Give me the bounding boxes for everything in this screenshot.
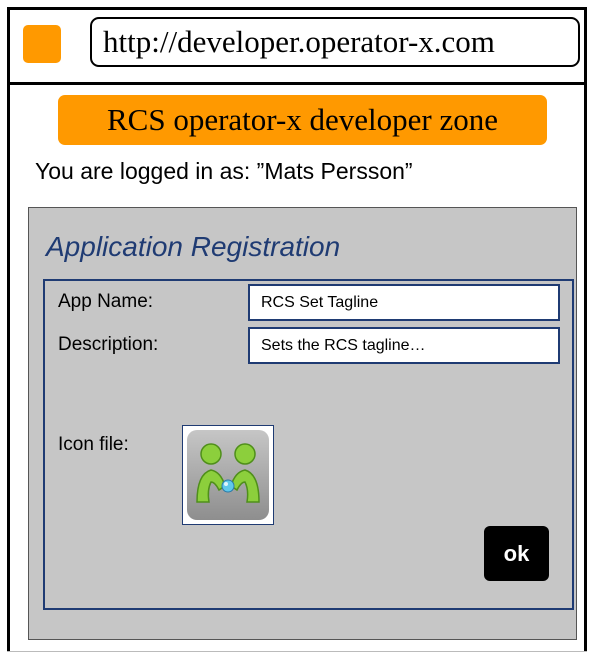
browser-toolbar: http://developer.operator-x.com	[10, 10, 584, 85]
device-frame: http://developer.operator-x.com RCS oper…	[7, 7, 587, 651]
icon-file-label: Icon file:	[58, 434, 129, 455]
square-icon[interactable]	[23, 25, 61, 63]
icon-background	[187, 430, 269, 520]
icon-file-preview[interactable]	[182, 425, 274, 525]
bottom-divider	[7, 651, 587, 652]
description-label: Description:	[58, 334, 159, 355]
description-field[interactable]: Sets the RCS tagline…	[248, 327, 560, 364]
app-name-label: App Name:	[58, 291, 154, 312]
two-people-chat-icon	[196, 443, 260, 503]
registration-panel: Application Registration App Name: RCS S…	[28, 207, 577, 640]
ok-button[interactable]: ok	[484, 526, 549, 581]
login-status: You are logged in as: ”Mats Persson”	[35, 158, 413, 184]
panel-title: Application Registration	[46, 231, 341, 262]
app-name-field[interactable]: RCS Set Tagline	[248, 284, 560, 321]
address-bar[interactable]: http://developer.operator-x.com	[90, 17, 580, 67]
site-banner: RCS operator-x developer zone	[58, 95, 547, 145]
registration-form: App Name: RCS Set Tagline Description: S…	[43, 279, 574, 610]
